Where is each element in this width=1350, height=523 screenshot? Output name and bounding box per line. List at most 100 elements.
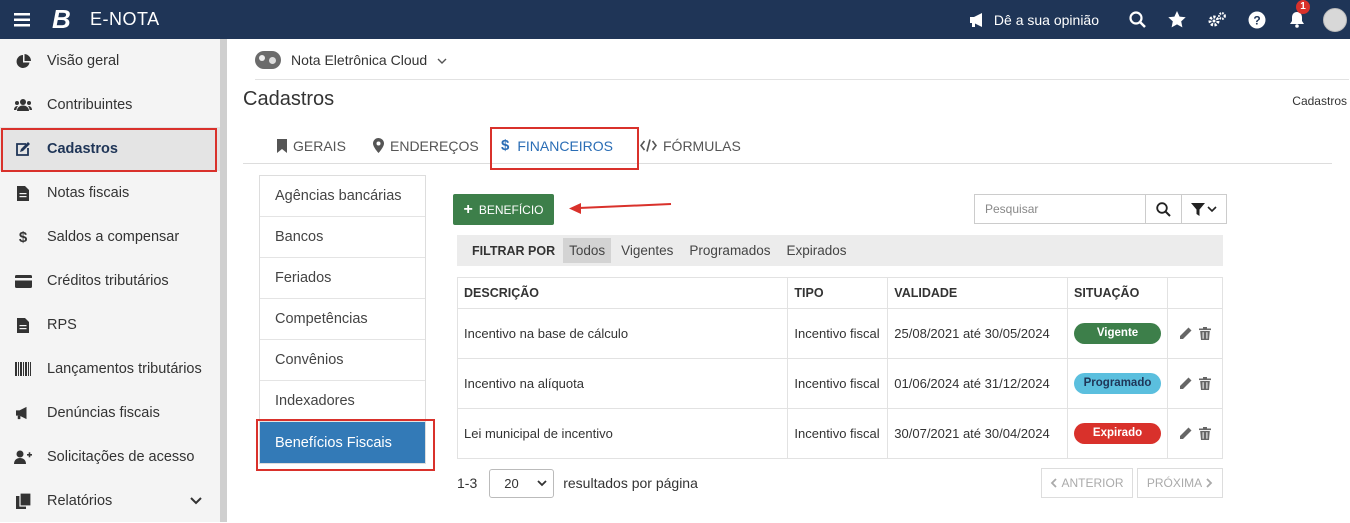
search-icon [1156,201,1171,217]
company-name: Nota Eletrônica Cloud [291,52,428,68]
bookmark-icon [277,138,287,153]
search-button[interactable] [1145,195,1181,223]
app-name: E-NOTA [90,9,160,29]
map-marker-icon [373,138,384,153]
pencil-icon[interactable] [1179,327,1192,340]
pencil-icon[interactable] [1179,427,1192,440]
search-input[interactable] [975,195,1145,223]
search-icon[interactable] [1117,0,1157,39]
table-row[interactable]: Incentivo na alíquota Incentivo fiscal 0… [456,358,1223,409]
plus-icon: + [463,200,473,218]
filter-programados[interactable]: Programados [683,238,776,263]
submenu-item-beneficios-fiscais[interactable]: Benefícios Fiscais [256,419,435,471]
tab-formulas[interactable]: FÓRMULAS [640,127,741,164]
filter-expirados[interactable]: Expirados [780,238,852,263]
sidebar-item-creditos[interactable]: Créditos tributários [0,259,220,303]
feedback-label: Dê a sua opinião [993,11,1099,28]
cell-situacao: Programado [1067,358,1168,409]
chevron-down-icon[interactable] [190,493,202,509]
arrow-annotation [569,203,672,214]
sidebar: Visão geral Contribuintes Cadastros Nota… [0,39,220,522]
column-header-situacao[interactable]: SITUAÇÃO [1067,277,1168,309]
chevron-down-icon [437,52,447,68]
submenu-item-competencias[interactable]: Competências [260,299,425,340]
company-selector[interactable]: Nota Eletrônica Cloud [255,49,447,71]
bell-icon[interactable]: 1 [1277,0,1317,39]
tab-label: GERAIS [293,137,346,154]
column-header-validade[interactable]: VALIDADE [887,277,1069,309]
star-icon[interactable] [1157,0,1197,39]
cell-situacao: Vigente [1067,308,1168,359]
sidebar-item-relatorios[interactable]: Relatórios [0,479,220,523]
add-beneficio-button[interactable]: + BENEFÍCIO [453,194,554,225]
credit-card-icon [14,272,32,290]
column-header-descricao[interactable]: DESCRIÇÃO [456,277,789,309]
trash-icon[interactable] [1199,427,1211,440]
cell-actions [1167,308,1223,359]
column-header-tipo[interactable]: TIPO [787,277,889,309]
gears-icon[interactable] [1197,0,1237,39]
previous-page-button[interactable]: ANTERIOR [1041,468,1133,498]
menu-icon[interactable] [0,0,44,39]
user-plus-icon [14,448,32,466]
pie-chart-icon [14,52,32,70]
dollar-icon: $ [501,137,510,154]
company-logo [255,51,281,69]
main-content: Nota Eletrônica Cloud Cadastros Cadastro… [227,39,1350,522]
sidebar-scrollbar[interactable] [220,39,227,522]
sidebar-item-label: RPS [47,317,77,333]
breadcrumb[interactable]: Cadastros [1292,94,1347,108]
file-icon [14,316,32,334]
submenu-item-agencias[interactable]: Agências bancárias [260,176,425,217]
sidebar-item-label: Lançamentos tributários [47,361,202,377]
filter-vigentes[interactable]: Vigentes [615,238,679,263]
trash-icon[interactable] [1199,377,1211,390]
sidebar-item-visao-geral[interactable]: Visão geral [0,39,220,83]
app-logo[interactable]: B [52,4,76,35]
feedback-link[interactable]: Dê a sua opinião [969,12,1099,28]
financeiros-submenu: Agências bancárias Bancos Feriados Compe… [256,175,435,471]
tab-enderecos[interactable]: ENDEREÇOS [373,127,479,164]
page-size-select[interactable]: 20 [489,468,555,498]
help-icon[interactable]: ? [1237,0,1277,39]
sidebar-item-label: Contribuintes [47,97,133,113]
submenu-item-indexadores[interactable]: Indexadores [260,381,425,422]
trash-icon[interactable] [1199,327,1211,340]
table-row[interactable]: Incentivo na base de cálculo Incentivo f… [456,308,1223,359]
tab-gerais[interactable]: GERAIS [277,127,346,164]
cell-tipo: Incentivo fiscal [787,308,889,359]
sidebar-item-rps[interactable]: RPS [0,303,220,347]
avatar[interactable] [1323,7,1347,32]
cell-validade: 25/08/2021 até 30/05/2024 [887,308,1069,359]
next-label: PRÓXIMA [1146,476,1203,490]
sidebar-item-saldos[interactable]: $ Saldos a compensar [0,215,220,259]
submenu-item-bancos[interactable]: Bancos [260,217,425,258]
status-badge: Programado [1074,373,1162,394]
pencil-icon[interactable] [1179,377,1192,390]
cell-tipo: Incentivo fiscal [787,408,889,459]
sidebar-item-label: Cadastros [47,141,118,157]
submenu-item-feriados[interactable]: Feriados [260,258,425,299]
filter-todos[interactable]: Todos [563,238,612,263]
sidebar-item-solicitacoes[interactable]: Solicitações de acesso [0,435,220,479]
sidebar-item-contribuintes[interactable]: Contribuintes [0,83,220,127]
per-page-label: resultados por página [563,475,698,491]
submenu-item-convenios[interactable]: Convênios [260,340,425,381]
megaphone-icon [14,404,32,422]
cell-actions [1167,358,1223,409]
sidebar-item-denuncias[interactable]: Denúncias fiscais [0,391,220,435]
sidebar-item-cadastros[interactable]: Cadastros [0,127,220,172]
tab-financeiros[interactable]: $ FINANCEIROS [489,127,640,170]
table-header-row: DESCRIÇÃO TIPO VALIDADE SITUAÇÃO [456,277,1223,309]
next-page-button[interactable]: PRÓXIMA [1137,468,1223,498]
barcode-icon [14,360,32,378]
filter-icon [1191,202,1205,216]
chevron-down-icon [1207,205,1217,212]
cell-situacao: Expirado [1067,408,1168,459]
sidebar-item-notas-fiscais[interactable]: Notas fiscais [0,171,220,215]
table-row[interactable]: Lei municipal de incentivo Incentivo fis… [456,408,1223,459]
filter-dropdown-button[interactable] [1181,195,1226,223]
dollar-icon: $ [18,228,28,246]
chevron-right-icon [1206,478,1213,488]
sidebar-item-lancamentos[interactable]: Lançamentos tributários [0,347,220,391]
